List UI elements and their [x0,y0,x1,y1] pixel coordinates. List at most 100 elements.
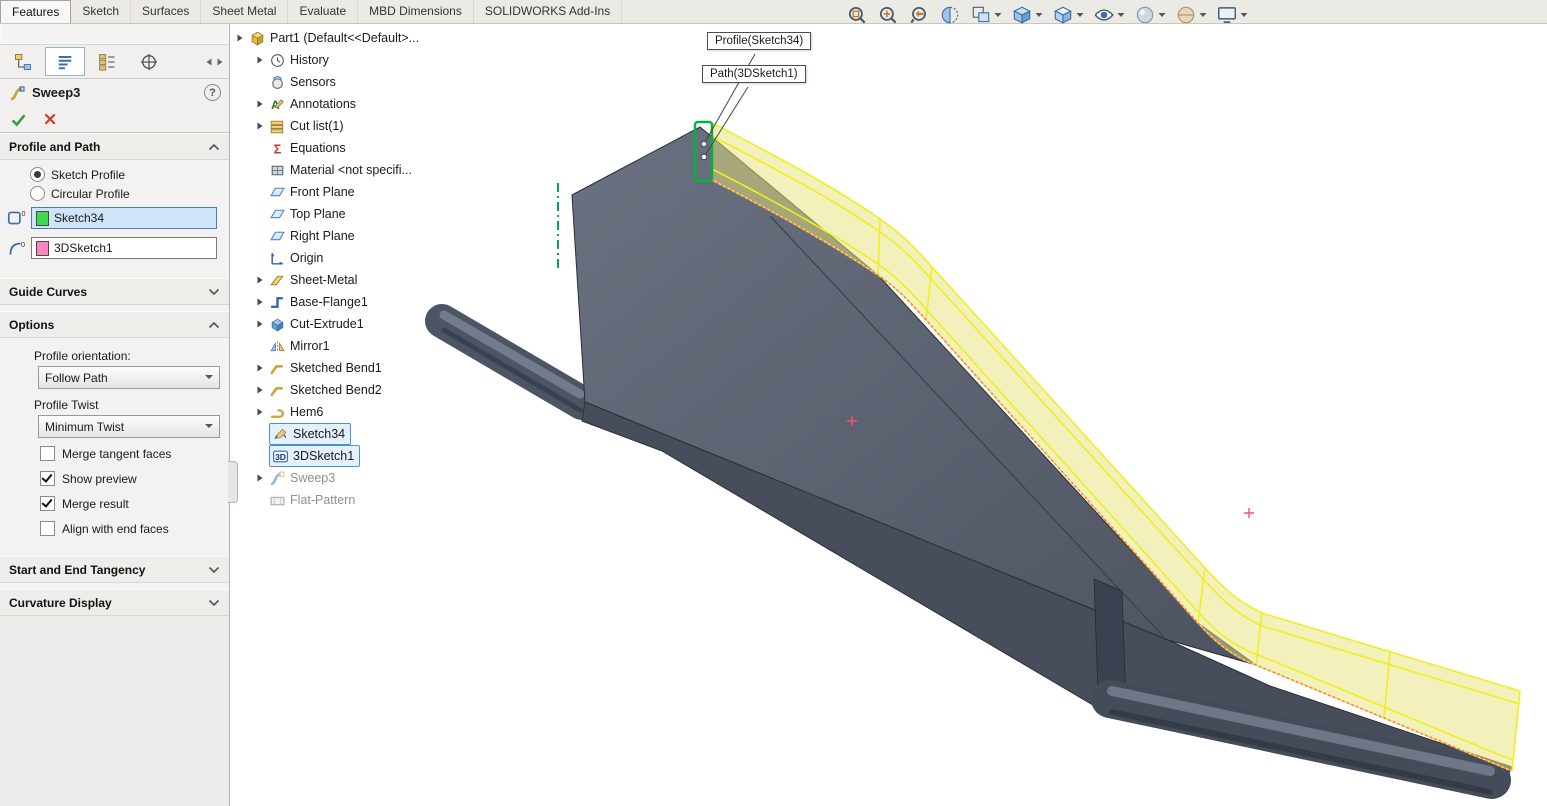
section-view-button[interactable] [938,3,962,27]
dropdown-caret-icon[interactable] [1076,12,1084,18]
dimxpert-manager-tab[interactable] [129,47,169,76]
expand-arrow-icon[interactable] [254,386,265,394]
tree-item-part1-default-default[interactable]: Part1 (Default<<Default>... [234,27,419,49]
graphics-viewport[interactable]: Part1 (Default<<Default>...HistorySensor… [230,23,1547,806]
selected-item-box[interactable]: Sketch34 [269,423,351,445]
radio-sketch-profile[interactable]: Sketch Profile [0,165,229,184]
tree-item-mirror1[interactable]: Mirror1 [234,335,419,357]
view-orientation-button[interactable] [1010,3,1044,27]
profile-twist-dropdown[interactable]: Minimum Twist [38,415,220,438]
section-curvature-display[interactable]: Curvature Display [0,589,229,616]
tree-item-material-not-specifi[interactable]: Material <not specifi... [234,159,419,181]
apply-scene-button[interactable] [1174,3,1208,27]
path-callout[interactable]: Path(3DSketch1) [702,65,806,83]
tree-item-equations[interactable]: ΣEquations [234,137,419,159]
expand-arrow-icon[interactable] [254,298,265,306]
plane-icon [269,228,286,245]
section-guide-curves[interactable]: Guide Curves [0,278,229,305]
expand-arrow-icon[interactable] [254,100,265,108]
view-settings-button[interactable] [1215,3,1249,27]
radio-button[interactable] [30,186,45,201]
profile-selection-field[interactable]: Sketch34 [31,207,217,229]
tree-item-sensors[interactable]: Sensors [234,71,419,93]
checkbox-show-preview[interactable]: Show preview [0,466,229,491]
checkbox-align-with-end-faces[interactable]: Align with end faces [0,516,229,541]
panel-splitter-grip[interactable] [228,461,238,503]
cancel-button[interactable] [42,111,59,128]
expand-arrow-icon[interactable] [254,474,265,482]
dropdown-caret-icon[interactable] [1199,12,1207,18]
checkbox-merge-tangent-faces[interactable]: Merge tangent faces [0,441,229,466]
hide-show-items-button[interactable] [1092,3,1126,27]
menu-tab-features[interactable]: Features [0,0,71,23]
menu-tab-sheet-metal[interactable]: Sheet Metal [201,0,288,23]
tree-item-3dsketch1[interactable]: 3D3DSketch1 [234,445,419,467]
tree-item-front-plane[interactable]: Front Plane [234,181,419,203]
tree-item-cut-extrude1[interactable]: Cut-Extrude1 [234,313,419,335]
dropdown-caret-icon[interactable] [1240,12,1248,18]
display-style-button[interactable] [1051,3,1085,27]
tree-item-sketched-bend2[interactable]: Sketched Bend2 [234,379,419,401]
expand-arrow-icon[interactable] [254,56,265,64]
chevron-down-icon[interactable] [208,599,220,607]
profile-orientation-dropdown[interactable]: Follow Path [38,366,220,389]
tree-item-history[interactable]: History [234,49,419,71]
menu-tab-sketch[interactable]: Sketch [71,0,131,23]
configuration-manager-tab[interactable] [87,47,127,76]
expand-arrow-icon[interactable] [254,408,265,416]
checkbox-merge-result[interactable]: Merge result [0,491,229,516]
menu-tab-evaluate[interactable]: Evaluate [288,0,358,23]
radio-button[interactable] [30,167,45,182]
dynamic-annotation-views-button[interactable] [969,3,1003,27]
tree-item-top-plane[interactable]: Top Plane [234,203,419,225]
profile-callout[interactable]: Profile(Sketch34) [707,32,811,50]
zoom-to-area-button[interactable] [876,3,900,27]
checkbox[interactable] [40,496,55,511]
tree-item-annotations[interactable]: AAnnotations [234,93,419,115]
tree-item-hem6[interactable]: Hem6 [234,401,419,423]
checkbox[interactable] [40,521,55,536]
expand-arrow-icon[interactable] [254,122,265,130]
tree-item-flat-pattern[interactable]: Flat-Pattern [234,489,419,511]
ok-button[interactable] [10,111,27,128]
selected-item-box[interactable]: 3D3DSketch1 [269,445,360,467]
section-profile-and-path[interactable]: Profile and Path [0,133,229,160]
chevron-up-icon[interactable] [208,321,220,329]
path-selection-field[interactable]: 3DSketch1 [31,237,217,259]
menu-tab-solidworks-add-ins[interactable]: SOLIDWORKS Add-Ins [474,0,622,23]
tab-nav-right-icon[interactable] [216,58,224,66]
dropdown-caret-icon[interactable] [1117,12,1125,18]
checkbox[interactable] [40,471,55,486]
tree-item-sheet-metal[interactable]: Sheet-Metal [234,269,419,291]
zoom-to-fit-button[interactable] [845,3,869,27]
expand-arrow-icon[interactable] [254,276,265,284]
tree-item-sweep3[interactable]: Sweep3 [234,467,419,489]
tree-item-sketch34[interactable]: Sketch34 [234,423,419,445]
checkbox[interactable] [40,446,55,461]
tree-item-sketched-bend1[interactable]: Sketched Bend1 [234,357,419,379]
tree-item-base-flange1[interactable]: Base-Flange1 [234,291,419,313]
feature-manager-tab[interactable] [3,47,43,76]
chevron-down-icon[interactable] [208,288,220,296]
chevron-up-icon[interactable] [208,143,220,151]
expand-arrow-icon[interactable] [234,34,245,42]
expand-arrow-icon[interactable] [254,364,265,372]
previous-view-button[interactable] [907,3,931,27]
section-start-end-tangency[interactable]: Start and End Tangency [0,556,229,583]
section-options[interactable]: Options [0,311,229,338]
tree-item-cut-list-1[interactable]: Cut list(1) [234,115,419,137]
dropdown-caret-icon[interactable] [1158,12,1166,18]
chevron-down-icon[interactable] [208,566,220,574]
expand-arrow-icon[interactable] [254,320,265,328]
help-icon[interactable]: ? [204,84,221,101]
tree-item-origin[interactable]: Origin [234,247,419,269]
menu-tab-mbd-dimensions[interactable]: MBD Dimensions [358,0,474,23]
edit-appearance-button[interactable] [1133,3,1167,27]
tree-item-right-plane[interactable]: Right Plane [234,225,419,247]
tab-nav-left-icon[interactable] [205,58,213,66]
dropdown-caret-icon[interactable] [1035,12,1043,18]
menu-tab-surfaces[interactable]: Surfaces [131,0,201,23]
property-manager-tab[interactable] [45,47,85,76]
radio-circular-profile[interactable]: Circular Profile [0,184,229,203]
dropdown-caret-icon[interactable] [994,12,1002,18]
